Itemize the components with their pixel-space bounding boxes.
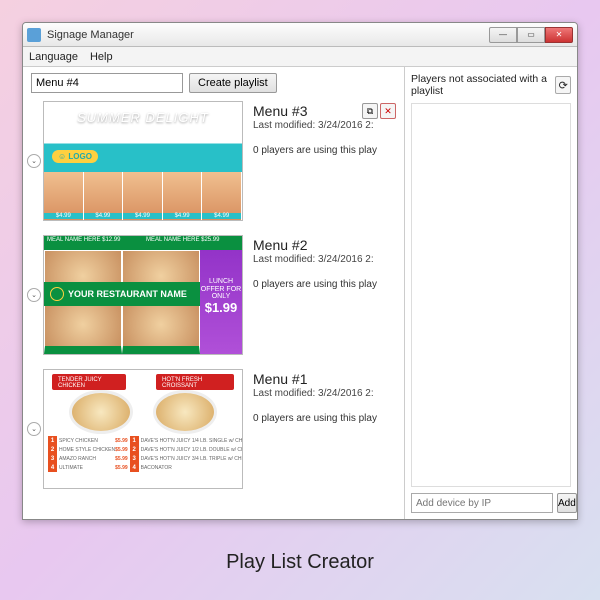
restaurant-name-band: YOUR RESTAURANT NAME [44,282,200,306]
left-panel: Create playlist ⌄ ☺ LOGO Menu #3 [23,67,405,519]
refresh-icon[interactable]: ⟳ [555,76,571,94]
playlist-title: Menu #3 [253,103,307,119]
last-modified-label: Last modified: 3/24/2016 2: [253,120,396,131]
minimize-button[interactable]: — [489,27,517,43]
create-playlist-button[interactable]: Create playlist [189,73,277,93]
delete-icon[interactable]: ✕ [380,103,396,119]
playlist-row[interactable]: ⌄ MEAL NAME HERE $12.99MEAL NAME HERE $2… [31,235,396,355]
app-icon [27,28,41,42]
maximize-button[interactable]: ▭ [517,27,545,43]
playlist-title: Menu #1 [253,371,307,387]
offer-panel: LUNCH OFFER FOR ONLY$1.99 [200,250,242,354]
last-modified-label: Last modified: 3/24/2016 2: [253,388,396,399]
right-panel: Players not associated with a playlist ⟳… [405,67,577,519]
unassociated-players-list[interactable] [411,103,571,487]
figure-caption: Play List Creator [0,551,600,574]
playlist-thumbnail[interactable]: MEAL NAME HERE $12.99MEAL NAME HERE $25.… [43,235,243,355]
app-window: Signage Manager — ▭ ✕ Language Help Crea… [22,22,578,520]
close-button[interactable]: ✕ [545,27,573,43]
playlist-list[interactable]: ⌄ ☺ LOGO Menu #3 ⧉ ✕ [23,97,404,519]
chevron-down-icon[interactable]: ⌄ [27,422,41,436]
players-count-label: 0 players are using this play [253,145,396,156]
players-count-label: 0 players are using this play [253,279,396,290]
playlist-title: Menu #2 [253,237,307,253]
menubar: Language Help [23,47,577,67]
last-modified-label: Last modified: 3/24/2016 2: [253,254,396,265]
copy-icon[interactable]: ⧉ [362,103,378,119]
playlist-name-input[interactable] [31,73,183,93]
playlist-row[interactable]: ⌄ TENDER JUICY CHICKEN HOT'N FRESH CROIS… [31,369,396,489]
titlebar[interactable]: Signage Manager — ▭ ✕ [23,23,577,47]
menu-language[interactable]: Language [29,51,78,63]
playlist-row[interactable]: ⌄ ☺ LOGO Menu #3 ⧉ ✕ [31,101,396,221]
players-count-label: 0 players are using this play [253,413,396,424]
chevron-down-icon[interactable]: ⌄ [27,154,41,168]
playlist-thumbnail[interactable]: ☺ LOGO [43,101,243,221]
window-title: Signage Manager [47,29,489,41]
unassociated-players-heading: Players not associated with a playlist [411,73,555,97]
menu-help[interactable]: Help [90,51,113,63]
logo-badge: ☺ LOGO [52,150,98,163]
chevron-down-icon[interactable]: ⌄ [27,288,41,302]
add-device-button[interactable]: Add [557,493,577,513]
playlist-thumbnail[interactable]: TENDER JUICY CHICKEN HOT'N FRESH CROISSA… [43,369,243,489]
add-device-ip-input[interactable] [411,493,553,513]
